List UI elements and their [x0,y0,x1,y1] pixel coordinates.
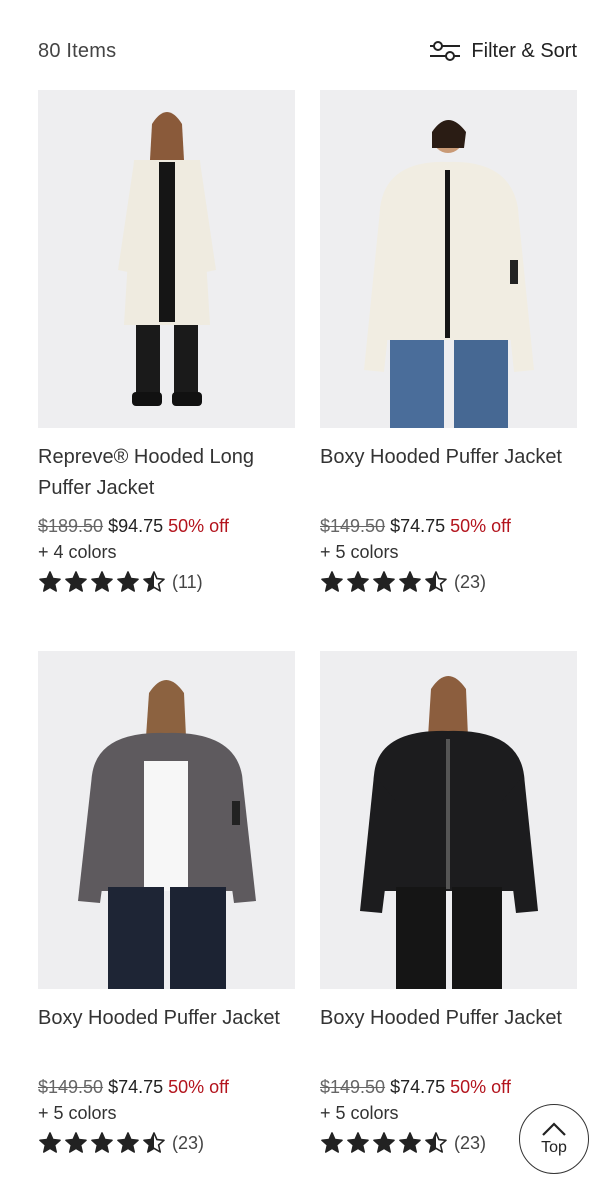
original-price: $149.50 [320,516,386,536]
star-full-icon [117,1132,139,1153]
review-count: (23) [454,1132,487,1153]
star-full-icon [65,571,87,592]
original-price: $149.50 [320,1077,386,1097]
filter-sliders-icon [430,41,461,61]
color-count[interactable]: + 5 colors [320,542,577,563]
star-full-icon [399,1132,421,1153]
product-image[interactable] [320,90,577,428]
product-title[interactable]: Boxy Hooded Puffer Jacket [320,442,577,504]
star-half-icon [425,1132,447,1153]
item-count: 80 Items [38,39,117,62]
price-row: $149.50 $74.75 50% off [320,1077,577,1098]
star-rating [320,1131,448,1155]
rating-row: (23) [320,570,577,594]
star-full-icon [399,571,421,592]
filter-sort-button[interactable]: Filter & Sort [429,39,577,63]
product-title[interactable]: Repreve® Hooded Long Puffer Jacket [38,442,295,504]
star-full-icon [321,1132,343,1153]
star-full-icon [91,1132,113,1153]
review-count: (23) [454,571,487,592]
star-rating [320,570,448,594]
discount-label: 50% off [450,1077,511,1097]
price-row: $149.50 $74.75 50% off [38,1077,295,1098]
star-full-icon [321,571,343,592]
review-count: (23) [172,1132,205,1153]
results-toolbar: 80 Items Filter & Sort [38,34,577,68]
product-card[interactable]: Boxy Hooded Puffer Jacket $149.50 $74.75… [320,90,577,594]
sale-price: $74.75 [390,1077,446,1097]
original-price: $189.50 [38,516,104,536]
sale-price: $94.75 [108,516,164,536]
star-rating [38,570,166,594]
star-full-icon [91,571,113,592]
color-count[interactable]: + 4 colors [38,542,295,563]
product-image[interactable] [38,651,295,989]
product-title[interactable]: Boxy Hooded Puffer Jacket [320,1003,577,1065]
sale-price: $74.75 [390,516,446,536]
back-to-top-button[interactable]: Top [519,1104,589,1174]
rating-row: (11) [38,570,295,594]
star-full-icon [373,1132,395,1153]
filter-sort-label: Filter & Sort [471,39,577,62]
product-image[interactable] [38,90,295,428]
chevron-up-icon [542,1122,566,1136]
product-title[interactable]: Boxy Hooded Puffer Jacket [38,1003,295,1065]
sale-price: $74.75 [108,1077,164,1097]
star-full-icon [347,571,369,592]
product-card[interactable]: Repreve® Hooded Long Puffer Jacket $189.… [38,90,295,594]
price-row: $189.50 $94.75 50% off [38,516,295,537]
rating-row: (23) [38,1131,295,1155]
star-full-icon [347,1132,369,1153]
original-price: $149.50 [38,1077,104,1097]
review-count: (11) [172,571,203,592]
color-count[interactable]: + 5 colors [38,1103,295,1124]
product-image[interactable] [320,651,577,989]
discount-label: 50% off [450,516,511,536]
star-full-icon [39,571,61,592]
star-full-icon [117,571,139,592]
product-card[interactable]: Boxy Hooded Puffer Jacket $149.50 $74.75… [320,651,577,1155]
star-full-icon [373,571,395,592]
discount-label: 50% off [168,516,229,536]
star-half-icon [143,1132,165,1153]
discount-label: 50% off [168,1077,229,1097]
product-card[interactable]: Boxy Hooded Puffer Jacket $149.50 $74.75… [38,651,295,1155]
back-to-top-label: Top [541,1139,567,1156]
star-full-icon [65,1132,87,1153]
star-half-icon [143,571,165,592]
star-half-icon [425,571,447,592]
price-row: $149.50 $74.75 50% off [320,516,577,537]
star-full-icon [39,1132,61,1153]
star-rating [38,1131,166,1155]
